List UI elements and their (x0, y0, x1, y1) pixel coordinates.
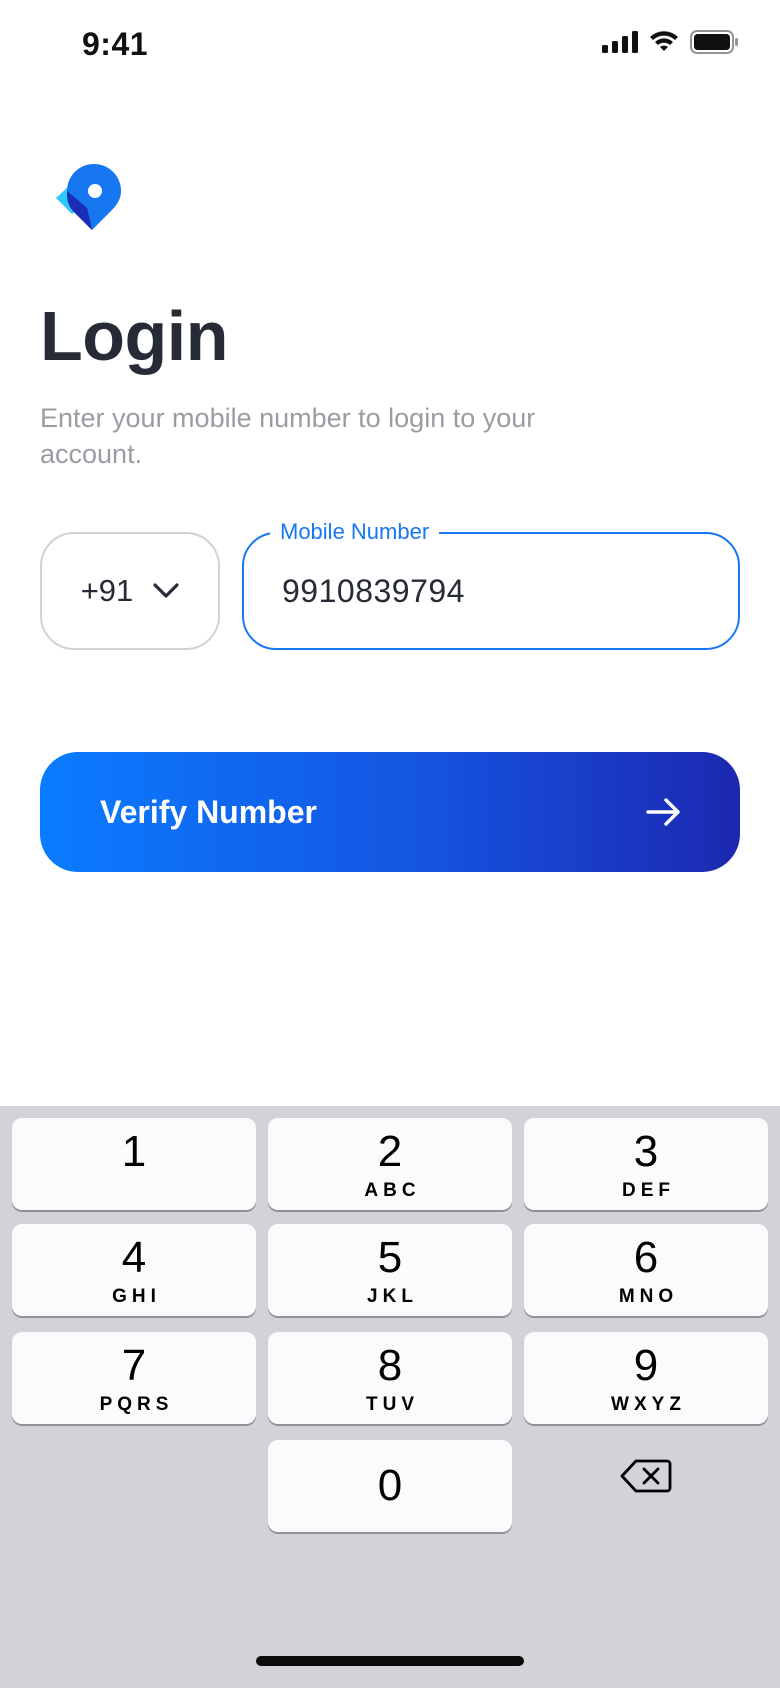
key-2[interactable]: 2 ABC (268, 1118, 512, 1210)
key-digit: 2 (377, 1127, 403, 1176)
location-pin-logo (56, 164, 121, 230)
numeric-keypad: 1 2 ABC 3 DEF 4 GHI 5 JKL 6 MNO 7 PQRS 8… (0, 1106, 780, 1688)
key-digit: 3 (633, 1127, 659, 1176)
key-9[interactable]: 9 WXYZ (524, 1332, 768, 1424)
wifi-icon (650, 31, 678, 51)
arrow-right-icon (646, 798, 680, 826)
key-digit: 5 (377, 1233, 403, 1282)
key-3[interactable]: 3 DEF (524, 1118, 768, 1210)
key-1[interactable]: 1 (12, 1118, 256, 1210)
key-digit: 0 (377, 1461, 403, 1510)
key-5[interactable]: 5 JKL (268, 1224, 512, 1316)
verify-number-button[interactable]: Verify Number (40, 752, 740, 872)
key-digit: 6 (633, 1233, 659, 1282)
key-8[interactable]: 8 TUV (268, 1332, 512, 1424)
key-digit: 7 (121, 1341, 147, 1390)
status-icons (602, 30, 738, 54)
key-letters: JKL (367, 1286, 418, 1307)
verify-button-label: Verify Number (100, 793, 317, 830)
cellular-signal-icon (602, 31, 638, 53)
home-indicator (256, 1656, 524, 1666)
key-letters: TUV (366, 1394, 419, 1415)
country-code-dropdown[interactable]: +91 (40, 532, 220, 650)
page-title: Login (40, 297, 228, 375)
battery-icon (690, 30, 738, 54)
mobile-number-input[interactable] (282, 534, 702, 648)
backspace-key[interactable] (524, 1430, 768, 1522)
mobile-number-field[interactable]: Mobile Number (242, 519, 740, 650)
key-6[interactable]: 6 MNO (524, 1224, 768, 1316)
key-letters: GHI (112, 1286, 161, 1307)
key-digit: 4 (121, 1233, 147, 1282)
key-0[interactable]: 0 (268, 1440, 512, 1532)
key-letters: MNO (618, 1286, 679, 1307)
key-letters: PQRS (99, 1394, 174, 1415)
country-code-value: +91 (80, 573, 134, 608)
key-7[interactable]: 7 PQRS (12, 1332, 256, 1424)
key-letters: DEF (622, 1180, 675, 1201)
key-4[interactable]: 4 GHI (12, 1224, 256, 1316)
key-letters: ABC (364, 1180, 421, 1201)
key-digit: 1 (121, 1127, 147, 1176)
key-digit: 9 (633, 1341, 659, 1390)
backspace-icon (620, 1459, 672, 1493)
app-logo (54, 162, 126, 234)
chevron-down-icon (153, 583, 179, 598)
key-digit: 8 (377, 1341, 403, 1390)
status-time: 9:41 (82, 26, 149, 62)
status-bar: 9:41 (0, 0, 780, 92)
key-letters: WXYZ (611, 1394, 686, 1415)
page-subtitle: Enter your mobile number to login to you… (40, 403, 536, 469)
